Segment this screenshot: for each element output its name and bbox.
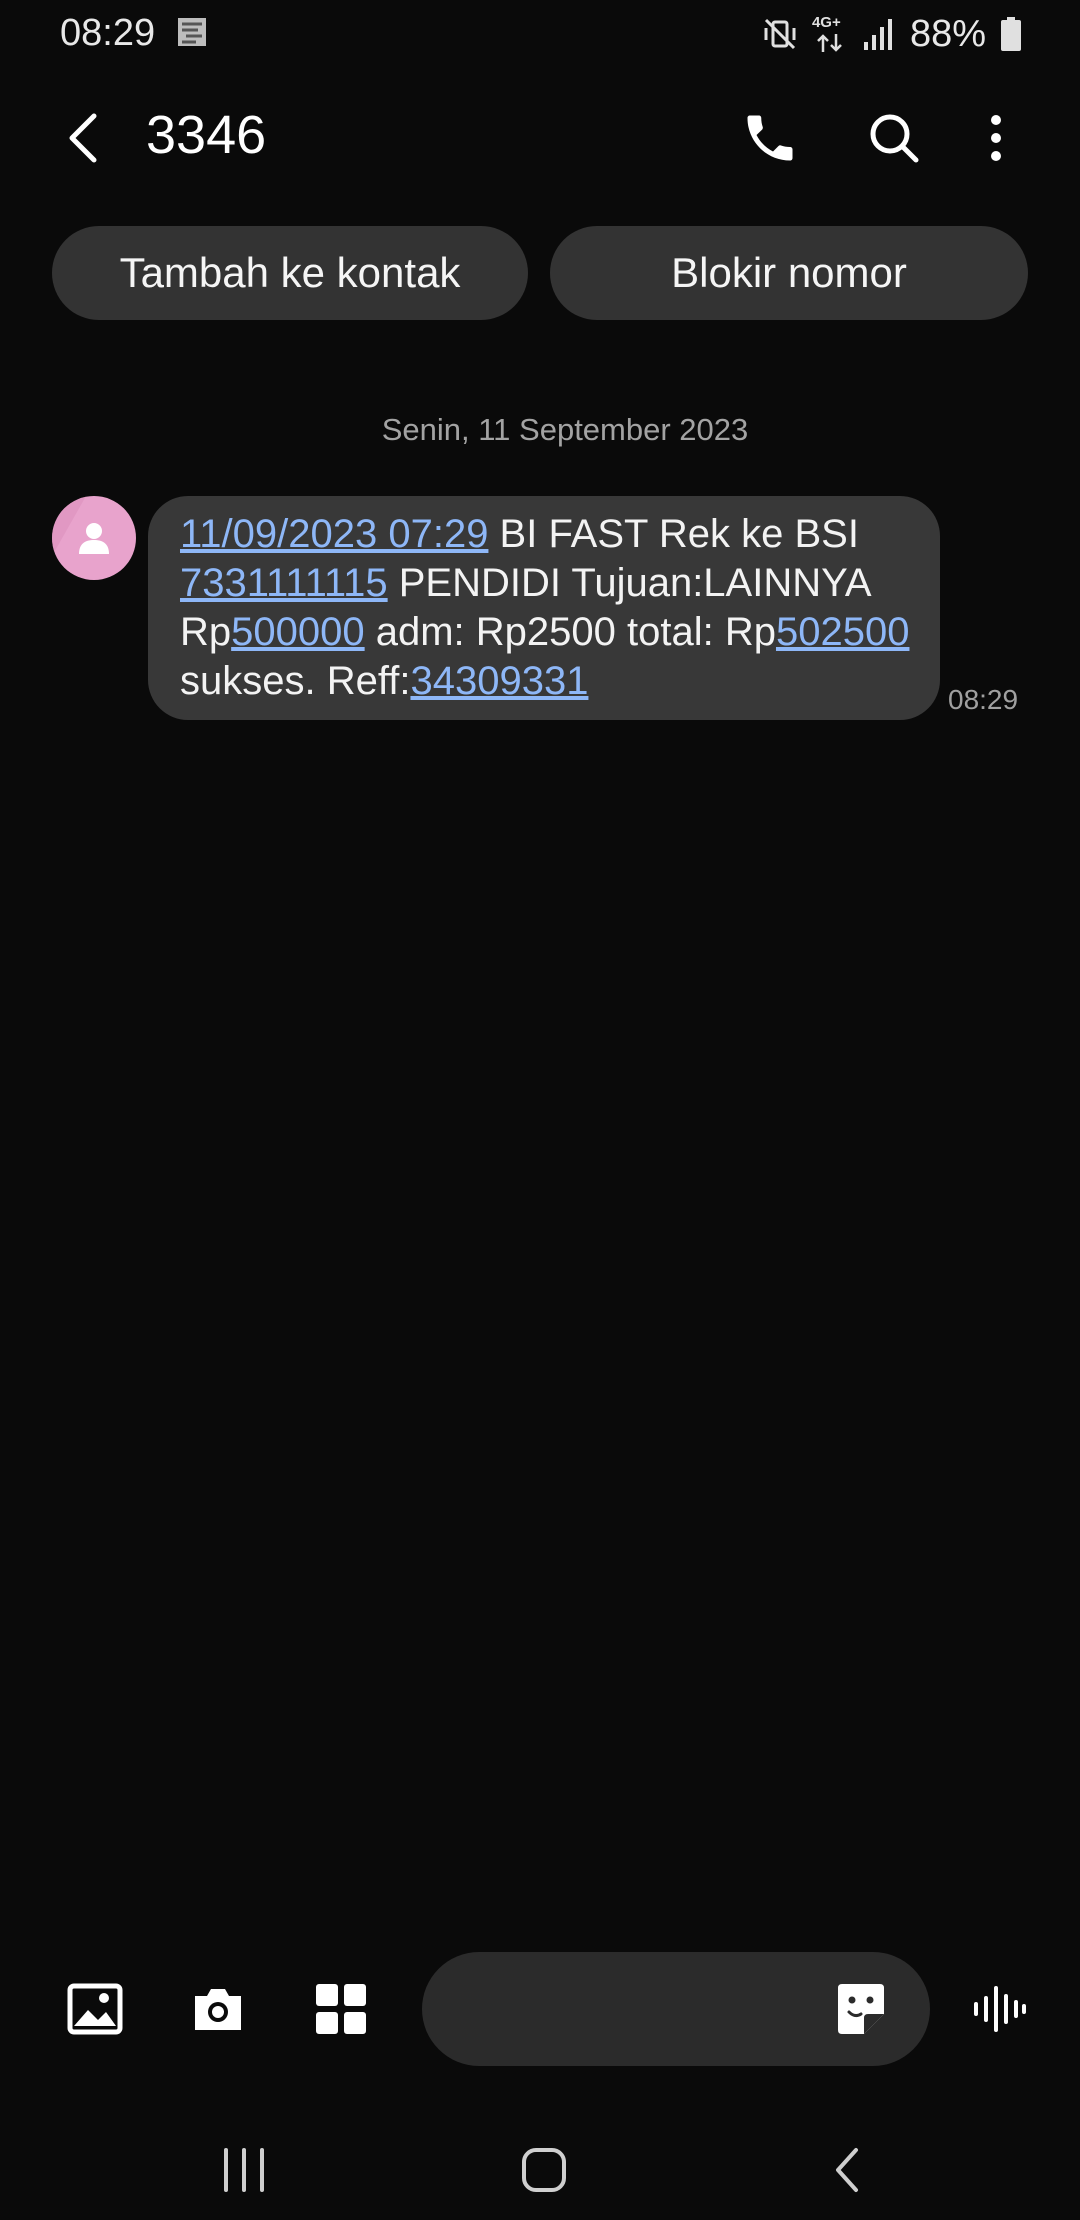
avatar[interactable]: [52, 496, 136, 580]
message-link-total[interactable]: 502500: [776, 610, 909, 654]
battery-percent: 88%: [909, 12, 986, 55]
status-right-group: 4G+ 88%: [762, 12, 1022, 56]
message-timestamp: 08:29: [948, 684, 1019, 715]
block-number-button[interactable]: Blokir nomor: [550, 226, 1028, 320]
phone-icon[interactable]: [740, 108, 800, 168]
sticker-icon[interactable]: [832, 1980, 890, 2038]
apps-icon[interactable]: [312, 1980, 370, 2038]
battery-icon: [1001, 17, 1021, 51]
person-icon: [52, 496, 109, 556]
message-bubble[interactable]: 11/09/2023 07:29 BI FAST Rek ke BSI 7331…: [148, 496, 940, 720]
voice-icon[interactable]: [970, 1980, 1028, 2038]
gallery-icon[interactable]: [66, 1980, 124, 2038]
notification-icon: [178, 18, 206, 46]
navigation-bar: [0, 2120, 1080, 2220]
more-vert-icon[interactable]: [966, 108, 1026, 168]
message-link-reference[interactable]: 34309331: [410, 659, 588, 703]
signal-icon: [863, 19, 892, 50]
message-text: adm: Rp2500 total: Rp: [364, 610, 776, 654]
message-link-datetime[interactable]: 11/09/2023 07:29: [180, 512, 488, 556]
message-input[interactable]: [422, 1952, 930, 2066]
recents-icon[interactable]: [212, 2138, 276, 2202]
vibrate-mute-icon: [764, 18, 796, 50]
message-text: sukses. Reff:: [180, 659, 411, 703]
back-arrow-icon[interactable]: [56, 106, 112, 170]
status-bar: 08:29 4G+ 88%: [0, 0, 1080, 66]
nav-back-icon[interactable]: [816, 2138, 880, 2202]
add-to-contacts-button[interactable]: Tambah ke kontak: [52, 226, 528, 320]
search-icon[interactable]: [864, 108, 924, 168]
app-bar: 3346: [0, 96, 1080, 180]
camera-icon[interactable]: [189, 1980, 247, 2038]
message-link-amount[interactable]: 500000: [231, 610, 364, 654]
home-icon[interactable]: [512, 2138, 576, 2202]
data-arrows-icon: 4G+: [812, 14, 848, 54]
network-type: 4G+: [811, 14, 841, 31]
date-divider: Senin, 11 September 2023: [381, 412, 749, 447]
status-time: 08:29: [60, 12, 156, 54]
message-link-account[interactable]: 7331111115: [180, 561, 388, 605]
message-text: BI FAST Rek ke BSI: [488, 512, 859, 556]
conversation-title: 3346: [146, 105, 267, 165]
